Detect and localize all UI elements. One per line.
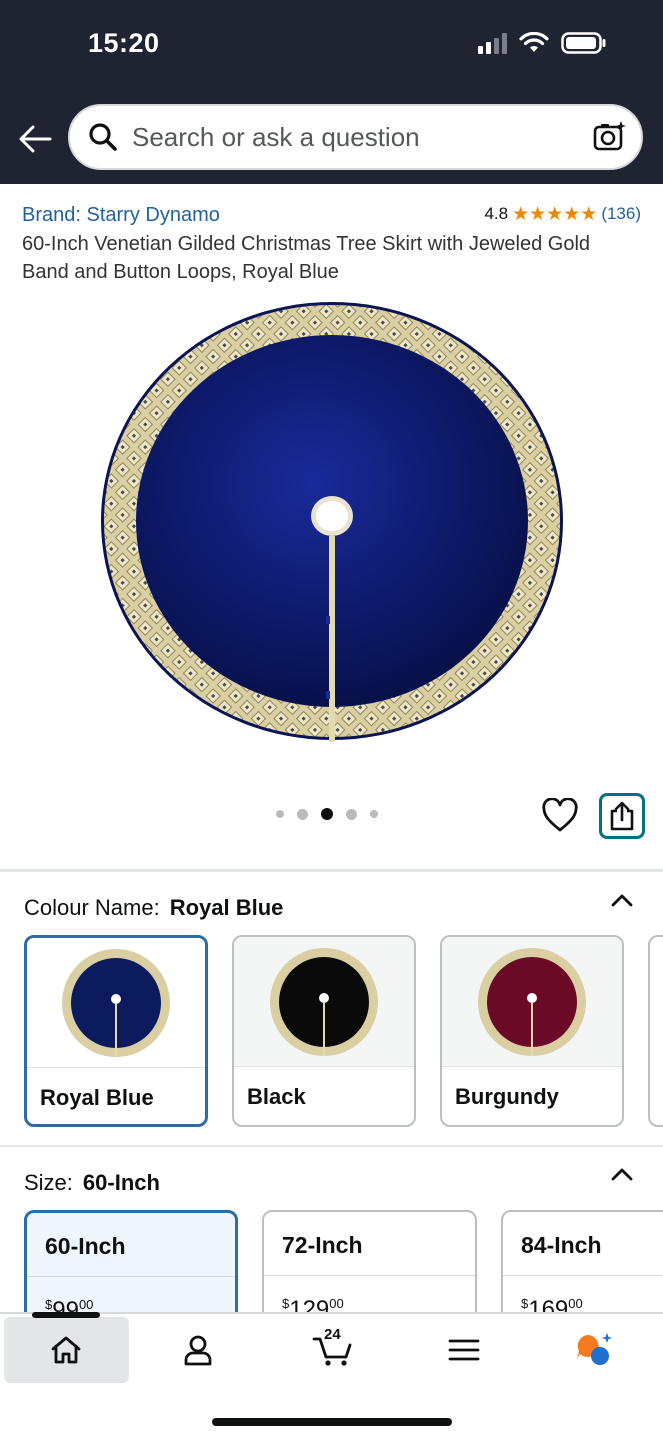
star-icon: ★ (546, 203, 564, 225)
swatch-thumbnail (478, 947, 586, 1056)
product-title: 60-Inch Venetian Gilded Christmas Tree S… (22, 233, 591, 283)
brand-link[interactable]: Brand: Starry Dynamo (22, 204, 220, 227)
rating-count[interactable]: (136) (601, 204, 641, 224)
home-indicator (212, 1418, 452, 1426)
size-option-label: 60-Inch (27, 1213, 235, 1277)
size-selector-label: Size: 60-Inch (24, 1170, 160, 1196)
rating-value: 4.8 (484, 204, 509, 223)
carousel-dot[interactable] (297, 808, 308, 820)
status-icons (478, 32, 607, 54)
chevron-up-icon[interactable] (611, 1167, 633, 1181)
nav-rufus[interactable] (574, 1330, 614, 1370)
star-icon: ★ (580, 203, 598, 225)
colour-option-royal-blue[interactable]: Royal Blue (24, 935, 208, 1127)
swatch-thumbnail (62, 948, 170, 1057)
home-icon (51, 1336, 81, 1364)
nav-active-indicator (32, 1312, 100, 1318)
carousel-dot-active[interactable] (321, 808, 333, 820)
colour-option-label: Black (247, 1084, 306, 1109)
search-icon (89, 123, 117, 151)
nav-menu[interactable] (444, 1330, 484, 1370)
size-label: Size: (24, 1170, 73, 1195)
cellular-signal-icon (478, 32, 507, 54)
swatch-image (442, 937, 622, 1067)
colour-option-label: Royal Blue (40, 1085, 154, 1110)
star-icon: ★ (563, 203, 581, 225)
share-icon (610, 801, 634, 831)
colour-option-black[interactable]: Black (232, 935, 416, 1127)
back-arrow-icon[interactable] (18, 124, 52, 154)
star-icon: ★ (529, 203, 547, 225)
colour-selected-value: Royal Blue (169, 895, 284, 920)
rufus-assistant-icon (577, 1333, 613, 1365)
size-option-label: 84-Inch (503, 1212, 663, 1276)
swatch-image (234, 937, 414, 1067)
menu-icon (448, 1339, 480, 1361)
swatch-thumbnail (270, 947, 378, 1056)
carousel-dot[interactable] (276, 810, 284, 818)
search-placeholder: Search or ask a question (132, 121, 420, 152)
camera-search-icon[interactable] (593, 120, 627, 154)
size-option-label: 72-Inch (264, 1212, 475, 1276)
carousel-dot[interactable] (370, 810, 378, 818)
battery-icon (561, 32, 606, 54)
colour-selector-label: Colour Name: Royal Blue (24, 895, 283, 921)
wifi-icon (519, 32, 549, 52)
colour-option-burgundy[interactable]: Burgundy (440, 935, 624, 1127)
image-carousel-indicator[interactable] (276, 808, 378, 820)
carousel-dot[interactable] (346, 808, 357, 820)
account-icon (184, 1335, 212, 1366)
chevron-up-icon[interactable] (611, 893, 633, 907)
product-image[interactable] (100, 300, 564, 742)
wishlist-heart-icon[interactable] (542, 798, 578, 834)
section-divider (0, 1145, 663, 1147)
app-header: 15:20 Search or ask a question (0, 0, 663, 184)
search-input[interactable]: Search or ask a question (68, 104, 643, 170)
star-icon: ★ (512, 203, 530, 225)
share-button[interactable] (599, 793, 645, 839)
swatch-image (27, 938, 205, 1068)
colour-label: Colour Name: (24, 895, 160, 920)
nav-home[interactable] (46, 1330, 86, 1370)
nav-account[interactable] (178, 1330, 218, 1370)
rating-summary[interactable]: 4.8 ★ ★ ★ ★ ★ (136) (484, 204, 641, 224)
size-selected-value: 60-Inch (82, 1170, 160, 1195)
colour-option-partial[interactable] (648, 935, 663, 1127)
cart-count-badge: 24 (324, 1326, 341, 1343)
section-divider (0, 869, 663, 872)
status-time: 15:20 (88, 28, 160, 58)
star-rating: ★ ★ ★ ★ ★ (512, 205, 597, 224)
colour-option-label: Burgundy (455, 1084, 559, 1109)
